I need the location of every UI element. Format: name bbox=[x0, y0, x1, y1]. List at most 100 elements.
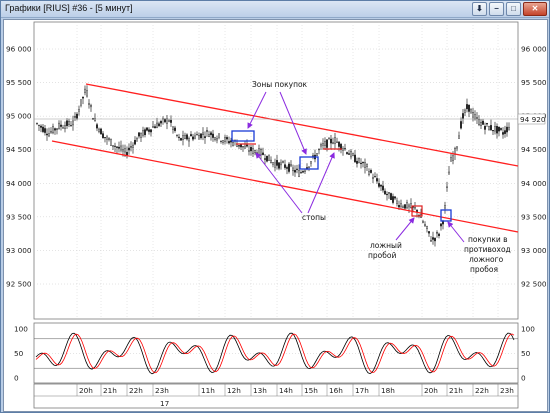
candle-body bbox=[402, 206, 404, 208]
candle-body bbox=[136, 138, 138, 142]
candle-body bbox=[142, 130, 144, 136]
candle-body bbox=[450, 157, 452, 162]
candle-body bbox=[394, 196, 396, 199]
candle-body bbox=[318, 149, 320, 151]
price-tick-left: 96 000 bbox=[6, 45, 32, 54]
candle-body bbox=[264, 158, 266, 160]
price-tick-right: 93 500 bbox=[521, 212, 547, 221]
candle-body bbox=[312, 155, 314, 157]
candle-body bbox=[106, 136, 108, 140]
candle-body bbox=[124, 148, 126, 153]
candle-body bbox=[490, 125, 492, 131]
candle-body bbox=[492, 130, 494, 132]
time-tick: 14h bbox=[279, 386, 293, 395]
candle-body bbox=[266, 155, 268, 162]
candle-body bbox=[498, 126, 500, 132]
chart-area[interactable]: 96 00096 00095 50095 50095 00095 00094 5… bbox=[3, 19, 548, 412]
candle-body bbox=[114, 145, 116, 147]
price-tick-left: 93 000 bbox=[6, 246, 32, 255]
candle-body bbox=[374, 176, 376, 178]
candle-body bbox=[464, 109, 466, 113]
download-button[interactable]: ⬇ bbox=[472, 2, 487, 16]
candle-body bbox=[80, 99, 82, 106]
price-tick-right: 95 500 bbox=[521, 78, 547, 87]
time-tick: 11h bbox=[201, 386, 215, 395]
osc-tick-right: 100 bbox=[521, 325, 535, 334]
candle-body bbox=[220, 140, 222, 142]
candle-body bbox=[208, 134, 210, 138]
close-button[interactable]: ✕ bbox=[523, 2, 547, 16]
candle-body bbox=[328, 138, 330, 140]
candle-body bbox=[272, 162, 274, 165]
candle-body bbox=[348, 153, 350, 155]
candle-body bbox=[212, 133, 214, 138]
candle-body bbox=[144, 129, 146, 136]
candle-body bbox=[486, 123, 488, 125]
candle-body bbox=[298, 170, 300, 177]
candle-body bbox=[482, 120, 484, 125]
candle-body bbox=[284, 164, 286, 168]
candle-body bbox=[502, 132, 504, 135]
candle-body bbox=[112, 145, 114, 147]
candle-body bbox=[324, 141, 326, 146]
candle-body bbox=[330, 138, 332, 144]
candle-body bbox=[508, 126, 510, 130]
candle-body bbox=[500, 128, 502, 130]
counter-buy-label-3: ложного bbox=[469, 255, 504, 264]
price-tick-right: 92 500 bbox=[521, 280, 547, 289]
candle-body bbox=[190, 134, 192, 137]
candle-body bbox=[426, 226, 428, 229]
candle-body bbox=[458, 135, 460, 139]
time-tick: 17h bbox=[355, 386, 369, 395]
candle-body bbox=[302, 171, 304, 173]
window-controls: ⬇ − □ ✕ bbox=[472, 2, 547, 16]
candle-body bbox=[76, 113, 78, 119]
candle-body bbox=[100, 128, 102, 135]
candle-body bbox=[164, 118, 166, 123]
candle-body bbox=[292, 167, 294, 172]
candle-body bbox=[336, 141, 338, 143]
candle-body bbox=[380, 184, 382, 187]
candle-body bbox=[358, 158, 360, 163]
maximize-button[interactable]: □ bbox=[506, 2, 521, 16]
candle-body bbox=[200, 133, 202, 139]
candle-body bbox=[484, 125, 486, 130]
title-bar[interactable]: Графики [RIUS] #36 - [5 минут] ⬇ − □ ✕ bbox=[1, 1, 549, 18]
candle-body bbox=[252, 148, 254, 154]
price-tick-left: 92 500 bbox=[6, 280, 32, 289]
false-breakout-label-1: ложный bbox=[370, 241, 402, 250]
last-price-value: 94 920 bbox=[520, 115, 546, 124]
candle-body bbox=[68, 121, 70, 125]
candle-body bbox=[38, 124, 40, 126]
candle-body bbox=[364, 162, 366, 168]
price-tick-right: 94 500 bbox=[521, 145, 547, 154]
candle-body bbox=[466, 104, 468, 110]
candle-body bbox=[326, 139, 328, 148]
candle-body bbox=[442, 221, 444, 225]
candle-body bbox=[202, 132, 204, 136]
candle-body bbox=[176, 134, 178, 136]
chart-window: Графики [RIUS] #36 - [5 минут] ⬇ − □ ✕ 9… bbox=[0, 0, 550, 413]
candle-body bbox=[384, 190, 386, 195]
time-tick: 22h bbox=[475, 386, 489, 395]
candle-body bbox=[434, 237, 436, 242]
candle-body bbox=[62, 127, 64, 129]
candle-body bbox=[414, 207, 416, 209]
candle-body bbox=[344, 148, 346, 150]
price-chart[interactable]: 96 00096 00095 50095 50095 00095 00094 5… bbox=[4, 20, 547, 411]
candle-body bbox=[222, 140, 224, 143]
candle-body bbox=[170, 119, 172, 123]
price-tick-left: 94 500 bbox=[6, 145, 32, 154]
candle-body bbox=[368, 171, 370, 175]
candle-body bbox=[440, 223, 442, 227]
candle-body bbox=[304, 170, 306, 172]
candle-body bbox=[102, 133, 104, 139]
candle-body bbox=[444, 205, 446, 209]
candle-body bbox=[448, 171, 450, 175]
minimize-button[interactable]: − bbox=[489, 2, 504, 16]
time-tick: 20h bbox=[79, 386, 93, 395]
candle-body bbox=[228, 141, 230, 144]
date-label: 17 bbox=[160, 399, 170, 408]
candle-body bbox=[338, 141, 340, 147]
candle-body bbox=[130, 146, 132, 148]
